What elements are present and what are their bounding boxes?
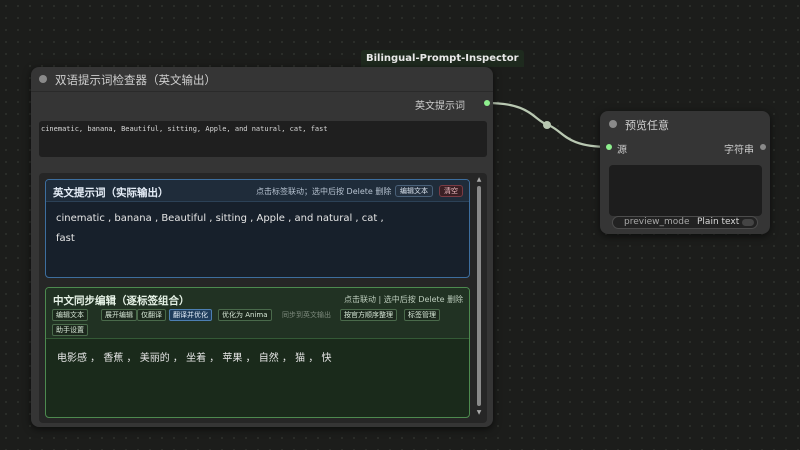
english-panel: 英文提示词（实际输出） 点击标签联动；选中后按 Delete 删除 编辑文本 清… [45, 179, 470, 278]
inspector-node-title: 双语提示词检查器（英文输出） [55, 73, 216, 87]
zh-translate-only-button[interactable]: 仅翻译 [137, 309, 166, 321]
preview-node-title: 预览任意 [625, 119, 669, 132]
output-text-field[interactable]: cinematic, banana, Beautiful, sitting, A… [39, 121, 487, 157]
zh-translate-optimize-button[interactable]: 翻译并优化 [169, 309, 212, 321]
chinese-tag-list[interactable]: 电影感 ， 香蕉 ， 美丽的 ， 坐着 ， 苹果 ， 自然 ， 猫 ， 快 [57, 349, 332, 364]
input-slot-label: 源 [617, 145, 627, 156]
english-tag-line[interactable]: cinematic , banana , Beautiful , sitting… [56, 213, 384, 224]
zh-official-order-button[interactable]: 按官方顺序整理 [340, 309, 397, 321]
scroll-up-arrow-icon[interactable]: ▲ [476, 177, 482, 183]
english-tag-line[interactable]: fast [56, 233, 75, 244]
preview-node[interactable]: 预览任意 源 字符串 preview_mode Plain text [600, 111, 770, 234]
combo-arrow-icon[interactable] [742, 219, 754, 226]
output-slot-dot-icon[interactable] [484, 100, 490, 106]
panel-scroll-area[interactable]: 英文提示词（实际输出） 点击标签联动；选中后按 Delete 删除 编辑文本 清… [39, 173, 487, 423]
english-panel-header: 英文提示词（实际输出） 点击标签联动；选中后按 Delete 删除 编辑文本 清… [46, 180, 469, 202]
chinese-panel-title: 中文同步编辑（逐标签组合） [53, 295, 190, 307]
output-slot-dot-icon[interactable] [760, 144, 766, 150]
inspector-node-titlebar[interactable]: 双语提示词检查器（英文输出） [31, 67, 493, 92]
zh-edit-text-button[interactable]: 编辑文本 [52, 309, 88, 321]
output-slot-label: 英文提示词 [415, 101, 465, 112]
preview-mode-label: preview_mode [624, 217, 690, 227]
chinese-panel-hint: 点击联动 | 选中后按 Delete 删除 [344, 295, 464, 304]
scroll-down-arrow-icon[interactable]: ▼ [476, 410, 482, 416]
scroll-thumb[interactable] [477, 186, 481, 406]
input-slot-dot-icon[interactable] [606, 144, 612, 150]
english-panel-title: 英文提示词（实际输出） [53, 187, 169, 199]
output-slot-label: 字符串 [724, 145, 754, 156]
zh-expand-edit-button[interactable]: 展开编辑 [101, 309, 137, 321]
english-panel-hint: 点击标签联动；选中后按 Delete 删除 [256, 187, 392, 196]
collapse-dot-icon[interactable] [39, 75, 47, 83]
preview-mode-combo[interactable]: preview_mode Plain text [612, 216, 758, 229]
preview-mode-value: Plain text [697, 217, 740, 227]
zh-optimize-anima-button[interactable]: 优化为 Anima [218, 309, 272, 321]
preview-text-area[interactable] [609, 165, 762, 216]
node-type-badge: Bilingual-Prompt-Inspector [361, 50, 524, 67]
zh-assistant-settings-button[interactable]: 助手设置 [52, 324, 88, 336]
zh-tag-manager-button[interactable]: 标签管理 [404, 309, 440, 321]
zh-sync-english-button[interactable]: 同步到英文输出 [278, 309, 335, 321]
edit-text-button[interactable]: 编辑文本 [395, 185, 433, 197]
chinese-panel-header: 中文同步编辑（逐标签组合） 点击联动 | 选中后按 Delete 删除 编辑文本… [46, 288, 469, 339]
inspector-node[interactable]: 双语提示词检查器（英文输出） 英文提示词 cinematic, banana, … [31, 67, 493, 427]
collapse-dot-icon[interactable] [609, 120, 617, 128]
scrollbar[interactable]: ▲ ▼ [476, 177, 482, 417]
clear-button[interactable]: 清空 [439, 185, 463, 197]
chinese-panel: 中文同步编辑（逐标签组合） 点击联动 | 选中后按 Delete 删除 编辑文本… [45, 287, 470, 418]
